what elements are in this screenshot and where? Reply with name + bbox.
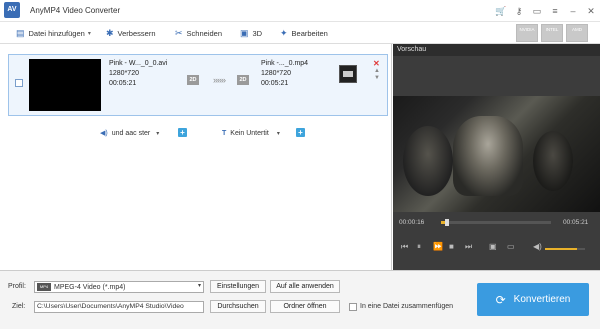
target-name: Pink -..._0.mp4 [261, 60, 309, 67]
key-icon[interactable]: ⚷ [512, 4, 526, 18]
source-info: Pink - W..._0_0.avi 1280*720 00:05:21 [109, 59, 167, 89]
close-icon[interactable]: ✕ [584, 4, 598, 18]
convert-label: Konvertieren [513, 294, 571, 305]
total-time: 00:05:21 [563, 219, 589, 226]
subtitle-value: Kein Untertit [230, 129, 269, 137]
title-bar: AV AnyMP4 Video Converter 🛒 ⚷ ▭ ≡ – ✕ [0, 0, 600, 22]
scissors-icon: ✂ [175, 27, 183, 38]
preview-panel: Vorschau 00:00:16 00:05:21 ⏮ ⏸ ⏩ ■ ⏭ ▣ ▭… [393, 44, 600, 270]
volume-level [545, 248, 577, 250]
file-checkbox[interactable] [15, 79, 23, 87]
app-logo-icon: AV [4, 2, 20, 18]
edit-label: Bearbeiten [291, 28, 328, 38]
file-list: Pink - W..._0_0.avi 1280*720 00:05:21 2D… [0, 44, 392, 270]
chevron-down-icon: ▾ [87, 30, 91, 37]
profile-select[interactable]: MP4 MPEG-4 Video (*.mp4) ▾ [34, 281, 204, 293]
target-2d-badge: 2D [237, 75, 249, 85]
file-item[interactable]: Pink - W..._0_0.avi 1280*720 00:05:21 2D… [8, 54, 388, 116]
chevron-down-icon: ▾ [197, 283, 201, 289]
speaker-icon: ◀) [100, 130, 108, 137]
fast-forward-icon[interactable]: ⏩ [433, 242, 443, 251]
add-file-button[interactable]: ▤ Datei hinzufügen ▾ [16, 27, 91, 39]
threed-icon: ▣ [240, 27, 249, 38]
open-folder-button[interactable]: Ordner öffnen [270, 300, 340, 313]
preview-label: Vorschau [393, 44, 600, 56]
volume-slider[interactable] [545, 248, 585, 250]
intel-accel-badge: INTEL [541, 24, 563, 42]
preview-video [393, 96, 600, 212]
source-2d-badge: 2D [187, 75, 199, 85]
target-label: Ziel: [12, 303, 26, 310]
source-duration: 00:05:21 [109, 80, 137, 87]
subtitle-icon: T [222, 129, 227, 137]
snapshot-icon[interactable]: ▣ [489, 242, 497, 251]
amd-accel-badge: AMD [566, 24, 588, 42]
minimize-icon[interactable]: – [566, 4, 580, 18]
pause-icon[interactable]: ⏸ [417, 242, 421, 252]
convert-icon: ⟳ [495, 292, 506, 307]
add-audio-button[interactable]: + [178, 128, 187, 137]
seek-bar[interactable] [441, 219, 551, 226]
target-resolution: 1280*720 [261, 70, 291, 77]
cart-icon[interactable]: 🛒 [494, 4, 508, 18]
move-up-icon[interactable]: ▲ [374, 68, 380, 74]
merge-checkbox[interactable] [349, 303, 357, 311]
edit-button[interactable]: ✦ Bearbeiten [280, 27, 328, 39]
bottom-bar: Profil: MP4 MPEG-4 Video (*.mp4) ▾ Einst… [0, 270, 600, 329]
audio-track-select[interactable]: ◀) und aac ster ▾ [100, 128, 176, 138]
app-title: AnyMP4 Video Converter [30, 6, 121, 15]
add-file-label: Datei hinzufügen [28, 28, 85, 38]
source-resolution: 1280*720 [109, 70, 139, 77]
volume-icon[interactable]: ◀) [533, 242, 542, 251]
settings-button[interactable]: Einstellungen [210, 280, 266, 293]
skip-forward-icon[interactable]: ⏭ [465, 242, 472, 252]
subtitle-select[interactable]: T Kein Untertit ▾ [222, 128, 294, 138]
toolbar: ▤ Datei hinzufügen ▾ ✱ Verbessern ✂ Schn… [0, 22, 600, 44]
playback-controls: ⏮ ⏸ ⏩ ■ ⏭ ▣ ▭ ◀) [393, 240, 600, 256]
convert-arrows-icon: »»» [213, 75, 226, 85]
target-path-field[interactable]: C:\Users\User\Documents\AnyMP4 Studio\Vi… [34, 301, 204, 313]
target-duration: 00:05:21 [261, 80, 289, 87]
output-format-icon[interactable] [339, 65, 357, 83]
seek-handle[interactable] [444, 219, 449, 226]
move-down-icon[interactable]: ▼ [374, 75, 380, 81]
chevron-down-icon: ▾ [156, 130, 160, 137]
cut-label: Schneiden [186, 28, 222, 38]
improve-icon: ✱ [106, 27, 114, 38]
menu-icon[interactable]: ≡ [548, 4, 562, 18]
add-subtitle-button[interactable]: + [296, 128, 305, 137]
current-time: 00:00:16 [399, 219, 425, 226]
skip-back-icon[interactable]: ⏮ [401, 242, 408, 252]
apply-all-button[interactable]: Auf alle anwenden [270, 280, 340, 293]
chevron-down-icon: ▾ [276, 130, 280, 137]
profile-value: MPEG-4 Video (*.mp4) [54, 283, 126, 291]
video-thumbnail [29, 59, 101, 111]
mp4-icon: MP4 [37, 283, 51, 291]
nvidia-accel-badge: NVIDIA [516, 24, 538, 42]
improve-label: Verbessern [117, 28, 156, 38]
threed-button[interactable]: ▣ 3D [240, 27, 262, 39]
folder-icon[interactable]: ▭ [507, 242, 515, 251]
threed-label: 3D [252, 28, 263, 38]
edit-icon: ✦ [280, 27, 288, 38]
source-name: Pink - W..._0_0.avi [109, 60, 168, 67]
cut-button[interactable]: ✂ Schneiden [175, 27, 222, 39]
feedback-icon[interactable]: ▭ [530, 4, 544, 18]
remove-file-icon[interactable]: ✕ [373, 59, 380, 68]
audio-track-value: und aac ster [111, 129, 151, 137]
stop-icon[interactable]: ■ [449, 242, 454, 251]
improve-button[interactable]: ✱ Verbessern [106, 27, 156, 39]
convert-button[interactable]: ⟳ Konvertieren [477, 283, 589, 316]
merge-label: In eine Datei zusammenfügen [360, 303, 453, 310]
profile-label: Profil: [8, 283, 26, 290]
add-file-icon: ▤ [16, 27, 25, 38]
browse-button[interactable]: Durchsuchen [210, 300, 266, 313]
target-info: Pink -..._0.mp4 1280*720 00:05:21 [261, 59, 308, 89]
